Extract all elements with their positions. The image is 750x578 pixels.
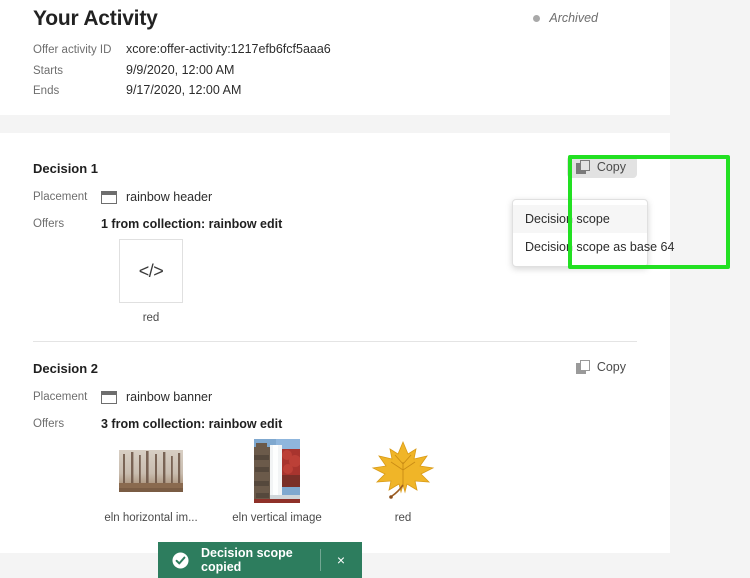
meta-label: Ends	[33, 85, 126, 97]
toast-divider	[320, 549, 321, 571]
copy-button[interactable]: Copy	[567, 156, 637, 178]
offers-label: Offers	[33, 218, 101, 230]
meta-value: 9/17/2020, 12:00 AM	[126, 83, 241, 97]
offer-card[interactable]: eln horizontal im...	[100, 439, 202, 524]
offer-caption: eln vertical image	[232, 512, 321, 524]
offer-thumbnail[interactable]	[371, 439, 435, 503]
toast-message: Decision scope copied	[201, 546, 320, 574]
copy-icon	[576, 160, 590, 174]
placement-value: rainbow header	[101, 190, 212, 204]
offer-card[interactable]: eln vertical image	[226, 439, 328, 524]
copy-button[interactable]: Copy	[567, 356, 637, 378]
toast-notification: Decision scope copied ×	[158, 542, 362, 578]
activity-summary-panel: Your Activity Archived Offer activity ID…	[0, 0, 670, 115]
meta-label: Starts	[33, 65, 126, 77]
placement-label: Placement	[33, 191, 101, 203]
page-title: Your Activity	[33, 7, 158, 31]
placement-name: rainbow header	[126, 190, 212, 204]
decision-title: Decision 2	[33, 361, 98, 376]
meta-row-starts: Starts 9/9/2020, 12:00 AM	[33, 63, 331, 84]
dropdown-item-decision-scope[interactable]: Decision scope	[513, 205, 647, 233]
offer-card[interactable]: </> red	[100, 239, 202, 324]
activity-meta-list: Offer activity ID xcore:offer-activity:1…	[33, 42, 331, 104]
copy-dropdown-menu[interactable]: Decision scope Decision scope as base 64	[512, 199, 648, 267]
copy-button-label: Copy	[597, 160, 626, 174]
meta-row-offer-activity-id: Offer activity ID xcore:offer-activity:1…	[33, 42, 331, 63]
offer-thumbnail[interactable]	[119, 439, 183, 503]
offer-caption: red	[143, 312, 160, 324]
status-label: Archived	[549, 11, 598, 25]
decisions-panel: Decision 1 Placement rainbow header Offe…	[0, 133, 670, 553]
placement-value: rainbow banner	[101, 390, 212, 404]
maple-leaf-image	[371, 440, 435, 502]
meta-value: 9/9/2020, 12:00 AM	[126, 63, 234, 77]
forest-image	[119, 450, 183, 492]
meta-row-ends: Ends 9/17/2020, 12:00 AM	[33, 83, 331, 104]
status-badge: Archived	[533, 11, 598, 25]
placement-header-icon	[101, 191, 117, 204]
status-dot-icon	[533, 15, 540, 22]
copy-icon	[576, 360, 590, 374]
offer-caption: red	[395, 512, 412, 524]
decision-title: Decision 1	[33, 161, 98, 176]
placement-label: Placement	[33, 391, 101, 403]
offer-thumbnail-strip: </> red	[100, 239, 202, 324]
meta-value: xcore:offer-activity:1217efb6fcf5aaa6	[126, 42, 331, 56]
offer-thumbnail-strip: eln horizontal im...	[100, 439, 454, 524]
offer-caption: eln horizontal im...	[104, 512, 197, 524]
success-check-icon	[172, 552, 189, 569]
offers-summary: 3 from collection: rainbow edit	[101, 417, 282, 431]
offer-thumbnail[interactable]	[245, 439, 309, 503]
offers-summary: 1 from collection: rainbow edit	[101, 217, 282, 231]
decision-placement-row: Placement rainbow header	[33, 190, 212, 204]
code-icon: </>	[139, 261, 164, 282]
placement-name: rainbow banner	[126, 390, 212, 404]
offer-thumbnail[interactable]: </>	[119, 239, 183, 303]
decision-offers-row: Offers 3 from collection: rainbow edit	[33, 417, 282, 431]
copy-button-label: Copy	[597, 360, 626, 374]
toast-close-button[interactable]: ×	[334, 551, 348, 569]
decision-placement-row: Placement rainbow banner	[33, 390, 212, 404]
decision-offers-row: Offers 1 from collection: rainbow edit	[33, 217, 282, 231]
offer-card[interactable]: red	[352, 439, 454, 524]
dropdown-item-decision-scope-base64[interactable]: Decision scope as base 64	[513, 233, 647, 261]
waterfall-image	[254, 439, 300, 503]
meta-label: Offer activity ID	[33, 44, 126, 56]
offers-label: Offers	[33, 418, 101, 430]
section-divider	[33, 341, 637, 342]
placement-banner-icon	[101, 391, 117, 404]
